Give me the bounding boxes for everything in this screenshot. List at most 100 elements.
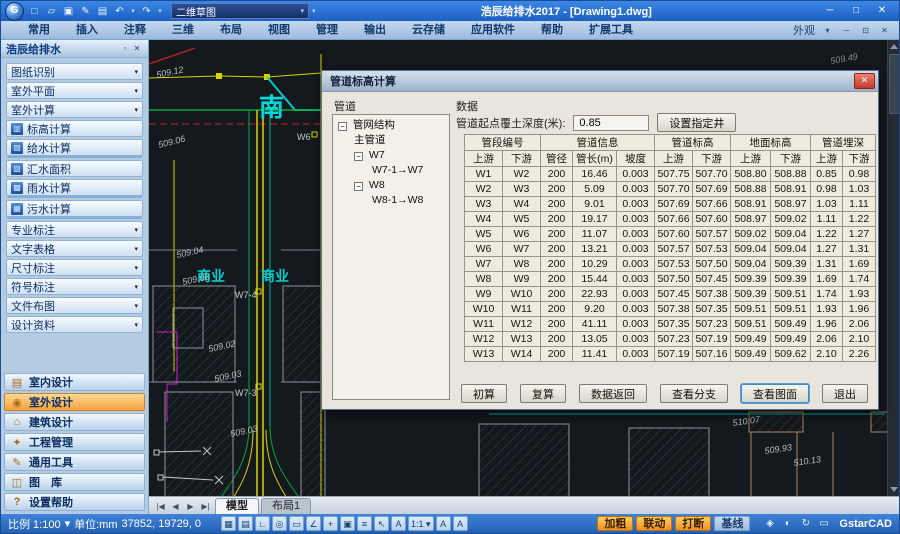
tab-bangzhu[interactable]: 帮助	[528, 22, 576, 39]
tree-node[interactable]: 主管道	[333, 133, 449, 148]
sidebar-item[interactable]: ▩ 雨水计算	[6, 179, 143, 196]
sidebar-item[interactable]: 符号标注 ▾	[6, 278, 143, 295]
dialog-button[interactable]: 查看分支	[660, 384, 728, 403]
sidebar-item[interactable]: ▨ 给水计算	[6, 139, 143, 156]
statusbar-toggle[interactable]: 基线	[714, 516, 751, 531]
statusbar-toggle[interactable]: 打断	[675, 516, 712, 531]
appearance-menu[interactable]: 外观	[793, 22, 815, 38]
ribbon-close-icon[interactable]: ✕	[878, 26, 891, 35]
set-well-button[interactable]: 设置指定井	[657, 113, 737, 132]
table-row[interactable]: W2 W3 200 5.09 0.003 507.70 507.69 508.8…	[464, 181, 876, 197]
chevron-down-icon[interactable]: ▾	[65, 517, 71, 530]
app-logo-icon[interactable]: G	[5, 1, 24, 21]
mode-button[interactable]: ⌂ 建筑设计	[4, 413, 145, 431]
statusbar-toggle-icon[interactable]: ≡	[357, 516, 373, 531]
chevron-down-icon[interactable]: ▾	[821, 26, 834, 35]
table-row[interactable]: W6 W7 200 13.21 0.003 507.57 507.53 509.…	[464, 241, 876, 257]
statusbar-toggle-icon[interactable]: ∟	[255, 516, 271, 531]
mode-button[interactable]: ✦ 工程管理	[4, 433, 145, 451]
dialog-button[interactable]: 复算	[520, 384, 566, 403]
sidebar-item[interactable]: 图纸识别 ▾	[6, 63, 143, 80]
depth-input[interactable]	[573, 114, 650, 131]
tab-shuchu[interactable]: 输出	[351, 22, 399, 39]
first-tab-icon[interactable]: |◀	[153, 499, 168, 514]
dialog-close-button[interactable]: ✕	[854, 73, 875, 89]
panel-close-icon[interactable]: ✕	[131, 44, 143, 53]
sidebar-item[interactable]: 专业标注 ▾	[6, 221, 143, 238]
tab-changyong[interactable]: 常用	[15, 22, 63, 39]
edit-icon[interactable]: ✎	[78, 4, 93, 19]
open-file-icon[interactable]: ▱	[44, 4, 59, 19]
sidebar-item[interactable]: 室外计算 ▾	[6, 101, 143, 118]
drawing-canvas[interactable]: 509.12 南 W6 509.06 509.04 商业 商业 509.08 W…	[149, 40, 899, 496]
ribbon-minimize-icon[interactable]: ─	[840, 26, 853, 35]
tab-buju[interactable]: 布局	[207, 22, 255, 39]
table-row[interactable]: W8 W9 200 15.44 0.003 507.50 507.45 509.…	[464, 271, 876, 287]
tab-zhushi[interactable]: 注释	[111, 22, 159, 39]
close-button[interactable]: ✕	[869, 2, 895, 20]
table-row[interactable]: W10 W11 200 9.20 0.003 507.38 507.35 509…	[464, 301, 876, 317]
redo-icon[interactable]: ↷	[139, 4, 154, 19]
statusbar-toggle-icon[interactable]: ▭	[289, 516, 305, 531]
new-file-icon[interactable]: □	[27, 4, 42, 19]
statusbar-toggle-icon[interactable]: ◎	[272, 516, 288, 531]
tree-node[interactable]: W7-1→W7	[333, 163, 449, 178]
layout-tab[interactable]: 模型	[215, 498, 259, 514]
statusbar-toggle-icon[interactable]: ▣	[340, 516, 356, 531]
tab-guanli[interactable]: 管理	[303, 22, 351, 39]
save-file-icon[interactable]: ▣	[61, 4, 76, 19]
table-row[interactable]: W13 W14 200 11.41 0.003 507.19 507.16 50…	[464, 346, 876, 362]
tree-node[interactable]: − W8	[333, 178, 449, 193]
table-row[interactable]: W4 W5 200 19.17 0.003 507.66 507.60 508.…	[464, 211, 876, 227]
tab-sanwei[interactable]: 三维	[159, 22, 207, 39]
expand-collapse-icon[interactable]: −	[354, 182, 363, 191]
scroll-up-icon[interactable]	[890, 44, 898, 49]
sidebar-item[interactable]: 室外平面 ▾	[6, 82, 143, 99]
dialog-button[interactable]: 查看图面	[741, 384, 809, 403]
prev-tab-icon[interactable]: ◀	[168, 499, 183, 514]
toolbar-dropdown-icon[interactable]: ▾	[312, 7, 316, 15]
last-tab-icon[interactable]: ▶|	[198, 499, 213, 514]
scroll-thumb[interactable]	[889, 54, 899, 114]
tab-yuncunchu[interactable]: 云存储	[399, 22, 458, 39]
dialog-button[interactable]: 退出	[822, 384, 868, 403]
sidebar-item[interactable]: ▦ 污水计算	[6, 200, 143, 217]
panel-options-icon[interactable]: ▫	[119, 44, 131, 53]
tree-node[interactable]: − 管网结构	[333, 118, 449, 133]
statusbar-icon[interactable]: ◈	[762, 518, 777, 529]
next-tab-icon[interactable]: ▶	[183, 499, 198, 514]
mode-button[interactable]: ▤ 室内设计	[4, 373, 145, 391]
redo-dropdown-icon[interactable]: ▾	[156, 4, 164, 19]
expand-collapse-icon[interactable]: −	[338, 122, 347, 131]
statusbar-toggle-icon[interactable]: ▤	[238, 516, 254, 531]
table-row[interactable]: W12 W13 200 13.05 0.003 507.23 507.19 50…	[464, 331, 876, 347]
sidebar-item[interactable]: ▥ 标高计算	[6, 120, 143, 137]
table-row[interactable]: W5 W6 200 11.07 0.003 507.60 507.57 509.…	[464, 226, 876, 242]
mode-button[interactable]: ◉ 室外设计	[4, 393, 145, 411]
sidebar-item[interactable]: 设计资料 ▾	[6, 316, 143, 333]
statusbar-icon[interactable]: ◐	[780, 518, 795, 529]
tree-node[interactable]: − W7	[333, 148, 449, 163]
maximize-button[interactable]: □	[843, 2, 869, 20]
statusbar-toggle-icon[interactable]: A	[391, 516, 407, 531]
scroll-down-icon[interactable]	[890, 487, 898, 492]
tab-yingyongruanjian[interactable]: 应用软件	[458, 22, 528, 39]
tab-shitu[interactable]: 视图	[255, 22, 303, 39]
statusbar-toggle-icon[interactable]: A	[435, 516, 451, 531]
table-row[interactable]: W11 W12 200 41.11 0.003 507.35 507.23 50…	[464, 316, 876, 332]
tab-charu[interactable]: 插入	[63, 22, 111, 39]
print-icon[interactable]: ▤	[95, 4, 110, 19]
sidebar-item[interactable]: 文件布图 ▾	[6, 297, 143, 314]
dialog-title-bar[interactable]: 管道标高计算 ✕	[322, 71, 878, 92]
statusbar-toggle-icon[interactable]: ∠	[306, 516, 322, 531]
canvas-vscrollbar[interactable]	[887, 40, 899, 496]
tab-kuozhangongju[interactable]: 扩展工具	[576, 22, 646, 39]
statusbar-toggle-icon[interactable]: A	[452, 516, 468, 531]
ribbon-restore-icon[interactable]: ⊡	[859, 26, 872, 35]
layout-tab[interactable]: 布局1	[261, 498, 312, 514]
minimize-button[interactable]: ─	[817, 2, 843, 20]
sidebar-item[interactable]: 尺寸标注 ▾	[6, 259, 143, 276]
undo-dropdown-icon[interactable]: ▾	[129, 4, 137, 19]
scale-display[interactable]: 比例 1:100	[8, 516, 61, 532]
statusbar-toggle-icon[interactable]: ▦	[221, 516, 237, 531]
